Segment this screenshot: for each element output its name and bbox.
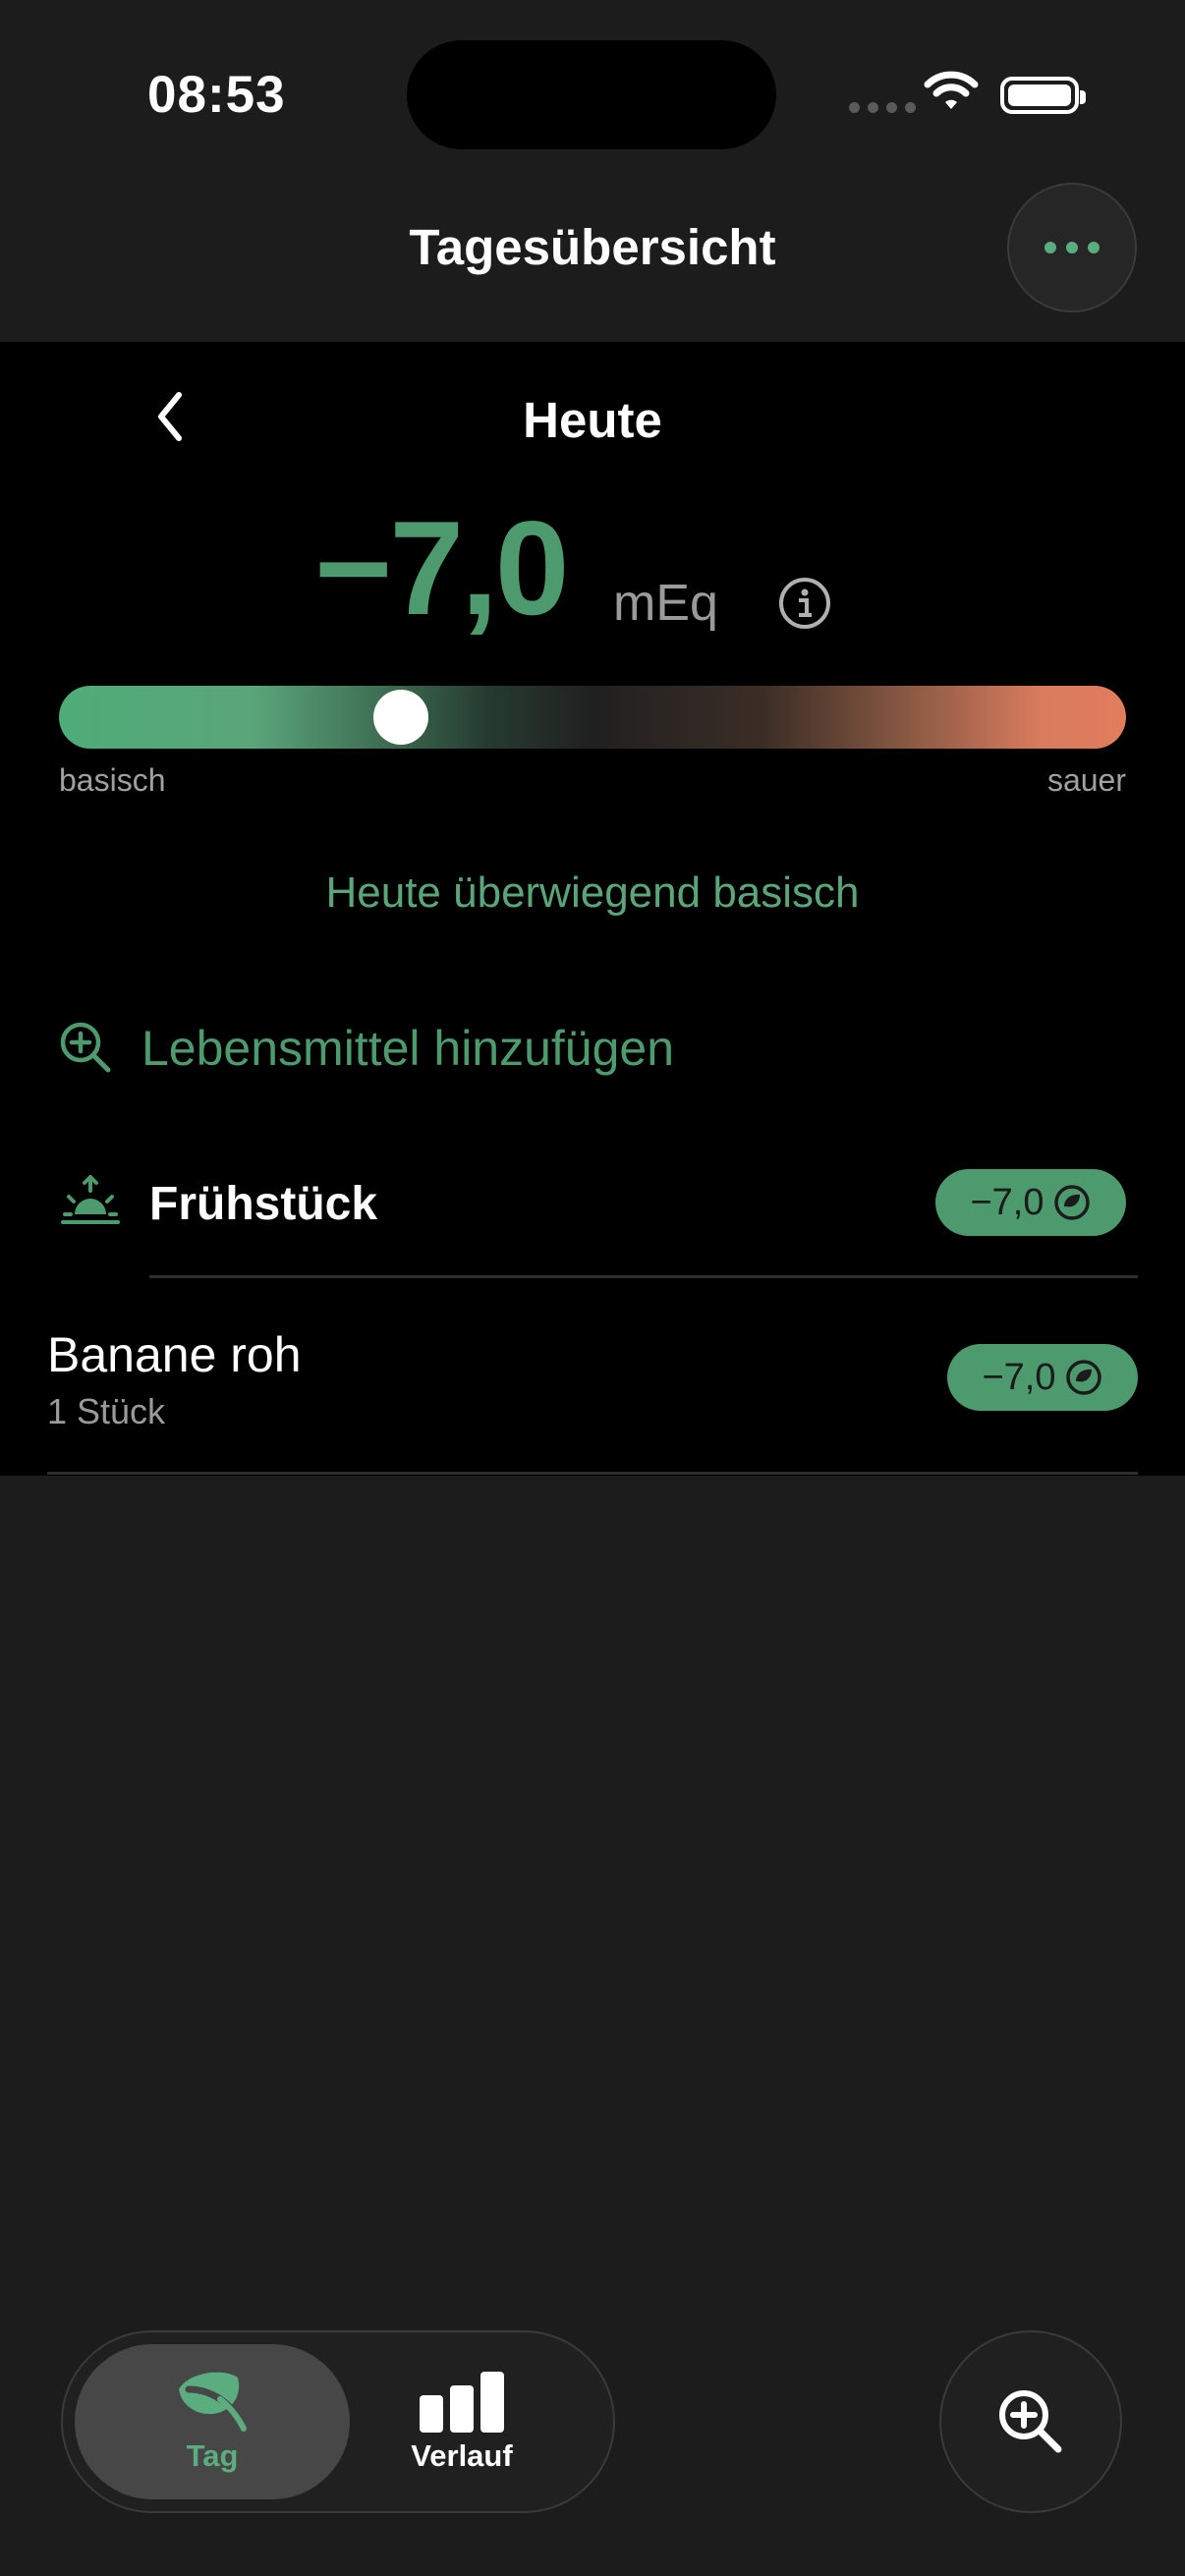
day-title: Heute	[523, 392, 662, 448]
dynamic-island	[407, 40, 776, 149]
search-plus-icon	[999, 2390, 1062, 2453]
more-options-button[interactable]	[1007, 183, 1137, 312]
tab-verlauf-label: Verlauf	[411, 2438, 513, 2473]
meal-title: Frühstück	[149, 1178, 378, 1230]
ellipsis-icon	[1044, 242, 1056, 253]
search-plus-icon	[60, 1022, 111, 1073]
bar-chart-icon	[420, 2372, 504, 2433]
divider	[47, 1472, 1138, 1475]
info-icon[interactable]	[777, 576, 832, 636]
sunrise-icon	[61, 1175, 120, 1231]
divider	[149, 1275, 1138, 1278]
meal-value-badge: −7,0	[935, 1169, 1126, 1236]
tab-tag-label: Tag	[186, 2438, 239, 2473]
leaf-icon	[179, 2372, 248, 2433]
battery-icon	[1000, 77, 1086, 114]
status-time: 08:53	[147, 66, 286, 124]
food-item-name[interactable]: Banane roh	[47, 1326, 302, 1383]
food-item-quantity: 1 Stück	[47, 1391, 166, 1431]
gauge-label-acidic: sauer	[1046, 762, 1126, 798]
tab-verlauf[interactable]: Verlauf	[373, 2344, 550, 2499]
acid-base-gauge	[59, 686, 1126, 749]
acid-score-value: −7,0	[314, 493, 569, 643]
gauge-indicator	[372, 690, 428, 745]
cellular-signal-icon	[849, 102, 916, 113]
leaf-circle-icon	[1065, 1360, 1101, 1395]
leaf-circle-icon	[1053, 1185, 1090, 1220]
search-food-button[interactable]	[939, 2330, 1122, 2513]
add-food-button[interactable]: Lebensmittel hinzufügen	[59, 1020, 674, 1077]
gauge-label-basic: basisch	[59, 762, 166, 798]
tab-tag[interactable]: Tag	[75, 2344, 350, 2499]
wifi-icon	[924, 71, 979, 117]
day-summary: Heute überwiegend basisch	[325, 868, 860, 917]
add-food-label: Lebensmittel hinzufügen	[141, 1021, 675, 1076]
acid-score-unit: mEq	[613, 575, 718, 632]
food-value-badge: −7,0	[947, 1344, 1138, 1411]
